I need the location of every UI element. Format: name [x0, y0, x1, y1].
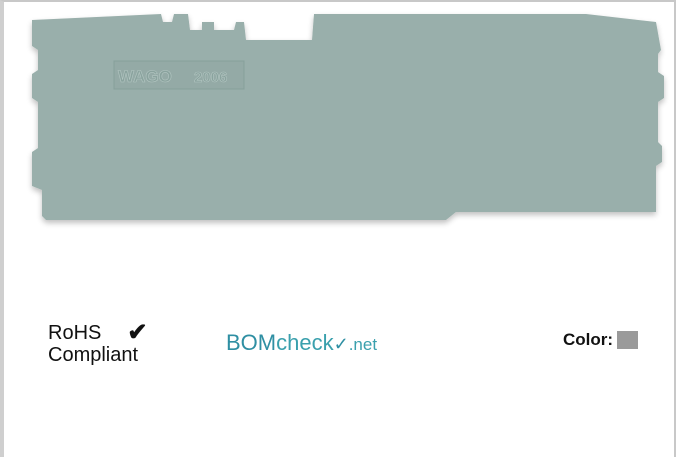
color-indicator: Color: — [563, 330, 639, 350]
product-photo: WAGO 2006 — [6, 2, 674, 240]
bomcheck-logo-bom: BOM — [226, 330, 277, 355]
bomcheck-logo-check: check — [276, 330, 334, 355]
bomcheck-logo-net: .net — [348, 335, 378, 354]
embossed-number: 2006 — [194, 69, 227, 86]
end-plate-shape — [32, 14, 664, 220]
color-label: Color: — [563, 330, 614, 349]
embossed-brand: WAGO — [118, 67, 172, 86]
color-swatch — [617, 331, 639, 349]
bomcheck-logo: BOMcheck✓.net — [226, 330, 377, 356]
rohs-label: RoHS — [48, 322, 102, 344]
bomcheck-tick-icon: ✓ — [333, 334, 349, 354]
checkmark-icon: ✔ — [127, 319, 148, 346]
rohs-compliant-badge: RoHS ✔ Compliant — [48, 319, 148, 367]
compliant-label: Compliant — [48, 344, 139, 366]
